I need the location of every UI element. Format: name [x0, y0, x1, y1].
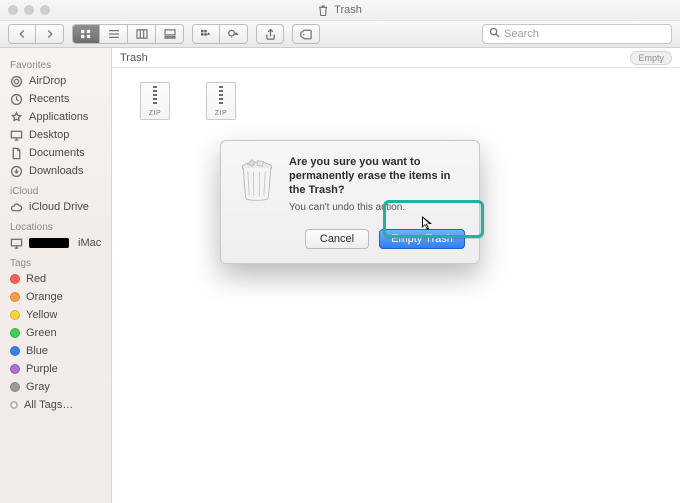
sidebar-tag-yellow[interactable]: Yellow	[0, 306, 111, 324]
sidebar-item-label: All Tags…	[24, 399, 73, 411]
redacted-name	[29, 238, 69, 248]
empty-trash-dialog: Are you sure you want to permanently era…	[220, 140, 480, 264]
finder-content: Trash Empty ZIP ZIP	[112, 48, 680, 503]
downloads-icon	[10, 165, 23, 178]
window-titlebar: Trash	[0, 0, 680, 20]
desktop-icon	[10, 129, 23, 142]
sidebar-tag-blue[interactable]: Blue	[0, 342, 111, 360]
search-input[interactable]	[504, 28, 665, 40]
gallery-view-button[interactable]	[156, 24, 184, 44]
nav-back-forward	[8, 24, 64, 44]
group-by-button[interactable]	[192, 24, 220, 44]
tag-dot-icon	[10, 328, 20, 338]
sidebar-item-applications[interactable]: Applications	[0, 108, 111, 126]
tag-dot-icon	[10, 274, 20, 284]
list-view-button[interactable]	[100, 24, 128, 44]
sidebar-item-label: Applications	[29, 111, 88, 123]
sidebar-item-label: AirDrop	[29, 75, 66, 87]
traffic-lights	[8, 5, 50, 15]
cloud-icon	[10, 201, 23, 214]
finder-toolbar	[0, 20, 680, 48]
sidebar-all-tags[interactable]: All Tags…	[0, 396, 111, 414]
tags-button[interactable]	[292, 24, 320, 44]
share-button[interactable]	[256, 24, 284, 44]
path-location: Trash	[120, 52, 148, 64]
zip-file-icon: ZIP	[140, 82, 170, 120]
window-title-text: Trash	[334, 4, 362, 16]
finder-sidebar: Favorites AirDrop Recents Applications D…	[0, 48, 112, 503]
minimize-window-button[interactable]	[24, 5, 34, 15]
view-mode-segment	[72, 24, 184, 44]
sidebar-tag-purple[interactable]: Purple	[0, 360, 111, 378]
sidebar-item-icloud-drive[interactable]: iCloud Drive	[0, 198, 111, 216]
sidebar-item-computer[interactable]: iMac	[0, 234, 111, 252]
file-item[interactable]: ZIP	[132, 82, 178, 124]
icon-grid: ZIP ZIP	[112, 68, 680, 124]
icon-view-button[interactable]	[72, 24, 100, 44]
recents-icon	[10, 93, 23, 106]
forward-button[interactable]	[36, 24, 64, 44]
tag-dot-icon	[10, 401, 18, 409]
sidebar-item-documents[interactable]: Documents	[0, 144, 111, 162]
cancel-button[interactable]: Cancel	[305, 229, 369, 249]
back-button[interactable]	[8, 24, 36, 44]
sidebar-item-label: iCloud Drive	[29, 201, 89, 213]
sidebar-item-label: Documents	[29, 147, 85, 159]
sidebar-item-desktop[interactable]: Desktop	[0, 126, 111, 144]
tag-dot-icon	[10, 346, 20, 356]
sidebar-item-label: Red	[26, 273, 46, 285]
sidebar-item-label: Gray	[26, 381, 50, 393]
tag-dot-icon	[10, 310, 20, 320]
dialog-subtext: You can't undo this action.	[289, 202, 465, 213]
sidebar-heading-tags: Tags	[0, 252, 111, 270]
zip-file-icon: ZIP	[206, 82, 236, 120]
sidebar-item-label: Downloads	[29, 165, 83, 177]
sidebar-item-label: iMac	[78, 237, 101, 249]
empty-trash-button[interactable]: Empty Trash	[379, 229, 465, 249]
documents-icon	[10, 147, 23, 160]
sidebar-tag-gray[interactable]: Gray	[0, 378, 111, 396]
sidebar-heading-locations: Locations	[0, 216, 111, 234]
column-view-button[interactable]	[128, 24, 156, 44]
tag-dot-icon	[10, 382, 20, 392]
tag-dot-icon	[10, 292, 20, 302]
empty-trash-pill[interactable]: Empty	[630, 51, 672, 65]
sidebar-item-downloads[interactable]: Downloads	[0, 162, 111, 180]
window-title: Trash	[318, 4, 362, 16]
sidebar-item-label: Yellow	[26, 309, 57, 321]
airdrop-icon	[10, 75, 23, 88]
sidebar-item-label: Blue	[26, 345, 48, 357]
sidebar-item-label: Recents	[29, 93, 69, 105]
sidebar-item-label: Purple	[26, 363, 58, 375]
sidebar-tag-red[interactable]: Red	[0, 270, 111, 288]
file-item[interactable]: ZIP	[198, 82, 244, 124]
path-bar: Trash Empty	[112, 48, 680, 68]
sidebar-item-airdrop[interactable]: AirDrop	[0, 72, 111, 90]
sidebar-item-label: Desktop	[29, 129, 69, 141]
dialog-heading: Are you sure you want to permanently era…	[289, 155, 465, 197]
trash-full-icon	[235, 155, 279, 249]
search-field[interactable]	[482, 24, 672, 44]
search-icon	[489, 25, 500, 43]
sidebar-tag-orange[interactable]: Orange	[0, 288, 111, 306]
tag-dot-icon	[10, 364, 20, 374]
sidebar-item-label: Orange	[26, 291, 63, 303]
zoom-window-button[interactable]	[40, 5, 50, 15]
trash-icon	[318, 5, 328, 16]
close-window-button[interactable]	[8, 5, 18, 15]
action-menu-button[interactable]	[220, 24, 248, 44]
sidebar-heading-icloud: iCloud	[0, 180, 111, 198]
sidebar-tag-green[interactable]: Green	[0, 324, 111, 342]
applications-icon	[10, 111, 23, 124]
sidebar-heading-favorites: Favorites	[0, 54, 111, 72]
imac-icon	[10, 237, 23, 250]
arrange-group	[192, 24, 248, 44]
sidebar-item-label: Green	[26, 327, 57, 339]
sidebar-item-recents[interactable]: Recents	[0, 90, 111, 108]
